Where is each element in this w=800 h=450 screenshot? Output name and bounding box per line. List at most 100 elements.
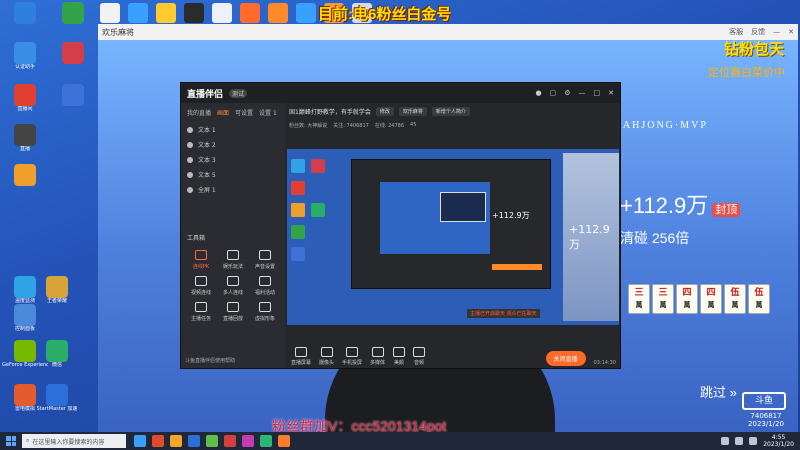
edit-title-button[interactable]: 修改 xyxy=(375,106,394,116)
taskbar-app-icon[interactable] xyxy=(152,435,164,447)
minimize-icon[interactable]: — xyxy=(773,28,780,36)
top-app-icon[interactable] xyxy=(240,3,260,23)
close-icon[interactable]: ✕ xyxy=(608,89,614,97)
network-icon[interactable] xyxy=(721,437,730,445)
bottom-tool-button[interactable]: 摄像头 xyxy=(319,347,334,366)
source-item[interactable]: 文本 5 xyxy=(181,167,285,182)
close-icon[interactable]: ✕ xyxy=(788,28,794,36)
clock-time: 4:55 xyxy=(771,434,786,441)
personal-intro-button[interactable]: 新增个人简介 xyxy=(431,106,470,116)
preview-banner-a: 主播已开启聊天 xyxy=(470,311,506,317)
desktop-icon[interactable]: 直播 xyxy=(2,124,48,153)
tool-icon xyxy=(227,302,239,312)
tool-icon xyxy=(195,276,207,286)
bottom-tool-button[interactable]: 音频 xyxy=(413,347,426,366)
toolbox-item[interactable]: 连线PK xyxy=(185,250,217,270)
desktop-icon[interactable]: 认证助手 xyxy=(2,42,48,71)
eye-icon[interactable] xyxy=(187,126,193,133)
desktop-icon[interactable]: StartMaster 加速 xyxy=(34,384,80,413)
bottom-tool-button[interactable]: 美颜 xyxy=(393,347,406,366)
top-app-icon[interactable] xyxy=(212,3,232,23)
desktop-icon[interactable] xyxy=(50,84,96,106)
taskbar-app-icon[interactable] xyxy=(188,435,200,447)
go-live-button[interactable]: 关闭直播 xyxy=(545,351,586,366)
bottom-tool-button[interactable]: 直播屏幕 xyxy=(291,347,311,366)
toolbox-item[interactable]: 直播回放 xyxy=(217,302,249,322)
input-method-icon[interactable] xyxy=(749,437,758,445)
app-icon xyxy=(14,2,36,24)
taskbar-app-icon[interactable] xyxy=(170,435,182,447)
toolbox-item[interactable]: 福利活动 xyxy=(249,276,281,296)
bottom-tool-button[interactable]: 多媒体 xyxy=(370,347,385,366)
top-app-icon[interactable] xyxy=(296,3,316,23)
stat-item: 关注: 7406817 xyxy=(333,122,369,129)
source-item[interactable]: 文本 3 xyxy=(181,152,285,167)
taskbar-app-icon[interactable] xyxy=(224,435,236,447)
scene-tab[interactable]: 画面 xyxy=(217,108,229,117)
preview-desktop-icon xyxy=(291,247,305,261)
scene-tab[interactable]: 我的直播 xyxy=(187,108,211,117)
taskbar-clock[interactable]: 4:55 2023/1/20 xyxy=(763,434,794,448)
eye-icon[interactable] xyxy=(187,156,193,163)
source-item[interactable]: 文本 1 xyxy=(181,122,285,137)
maximize-icon[interactable]: □ xyxy=(594,89,601,97)
taskbar-app-icon[interactable] xyxy=(278,435,290,447)
nested-preview-screen xyxy=(380,182,490,254)
app-icon xyxy=(46,276,68,298)
service-button[interactable]: 客服 xyxy=(729,27,743,37)
message-icon[interactable]: ▢ xyxy=(550,89,557,97)
desktop-icon[interactable] xyxy=(50,2,96,24)
toolbox-item[interactable]: 娱乐玩法 xyxy=(217,250,249,270)
skip-button[interactable]: 跳过 » xyxy=(700,382,737,401)
companion-help-link[interactable]: 斗鱼直播伴侣使用帮助 xyxy=(185,357,235,364)
toolbox-item[interactable]: 虚拟形象 xyxy=(249,302,281,322)
taskbar-app-icon[interactable] xyxy=(260,435,272,447)
top-app-icon[interactable] xyxy=(156,3,176,23)
toolbox-item[interactable]: 主播任务 xyxy=(185,302,217,322)
desktop-icon[interactable]: 直播间 xyxy=(2,84,48,113)
minimize-icon[interactable]: — xyxy=(579,89,586,97)
settings-icon[interactable]: ⚙ xyxy=(564,89,570,97)
taskbar-app-icon[interactable] xyxy=(242,435,254,447)
start-button[interactable] xyxy=(0,432,22,450)
desktop-icon[interactable]: 控制面板 xyxy=(2,304,48,333)
source-item[interactable]: 全屏 1 xyxy=(181,182,285,197)
desktop-icon[interactable] xyxy=(2,2,48,24)
avatar[interactable]: ● xyxy=(535,89,541,97)
taskbar-app-icon[interactable] xyxy=(206,435,218,447)
scene-tab[interactable]: 设置 1 xyxy=(259,108,277,117)
scene-tab[interactable]: 可设置 xyxy=(235,108,253,117)
tool-icon xyxy=(195,302,207,312)
companion-main: 国1巅峰打野教学，有手就学会 修改 欢乐麻将 新增个人简介 粉丝数: 大神解说关… xyxy=(285,103,620,368)
volume-icon[interactable] xyxy=(735,437,744,445)
eye-icon[interactable] xyxy=(187,186,193,193)
eye-icon[interactable] xyxy=(187,141,193,148)
top-app-icon[interactable] xyxy=(184,3,204,23)
taskbar-search[interactable]: ⌕ 在这里输入你要搜索的内容 xyxy=(22,434,126,448)
desktop-icon[interactable]: 王者荣耀 xyxy=(34,276,80,305)
bottom-tool-icon xyxy=(413,347,426,357)
top-app-icon[interactable] xyxy=(268,3,288,23)
toolbox-item[interactable]: 多人连线 xyxy=(217,276,249,296)
source-item[interactable]: 文本 2 xyxy=(181,137,285,152)
app-icon xyxy=(14,84,36,106)
category-select[interactable]: 欢乐麻将 xyxy=(398,106,427,116)
preview-desktop-icon xyxy=(291,203,305,217)
top-app-icon[interactable] xyxy=(100,3,120,23)
streaming-companion-window[interactable]: 直播伴侣 测试 ● ▢ ⚙ — □ ✕ 我的直播 画面 可设置 设置 1 文本 1 文本… xyxy=(180,82,621,369)
taskbar-app-icon[interactable] xyxy=(134,435,146,447)
desktop-icon[interactable]: 微信 xyxy=(34,340,80,369)
toolbox-item[interactable]: 视频连线 xyxy=(185,276,217,296)
preview-desktop-icon xyxy=(291,225,305,239)
toolbox-item[interactable]: 声音设置 xyxy=(249,250,281,270)
feedback-button[interactable]: 反馈 xyxy=(751,27,765,37)
desktop-icon[interactable] xyxy=(50,42,96,64)
top-app-icon[interactable] xyxy=(128,3,148,23)
bottom-tool-icon xyxy=(295,347,307,357)
bottom-tool-button[interactable]: 手机投屏 xyxy=(342,347,362,366)
desktop-icon[interactable] xyxy=(2,164,48,186)
score-value: +112.9万 封顶 xyxy=(620,188,741,220)
stat-item: 粉丝数: 大神解说 xyxy=(289,122,328,129)
eye-icon[interactable] xyxy=(187,171,193,178)
tool-label: 多人连线 xyxy=(222,290,243,296)
